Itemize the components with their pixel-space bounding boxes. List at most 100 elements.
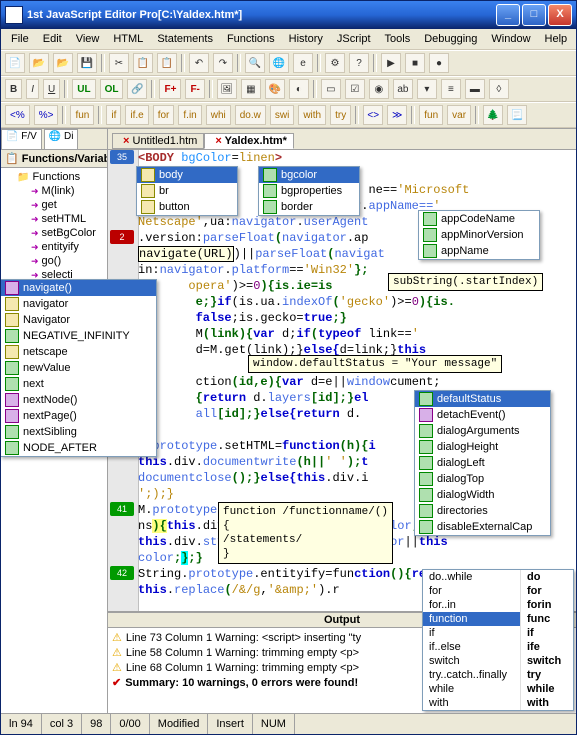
autocomplete-navigate[interactable]: navigate() navigator Navigator NEGATIVE_…	[1, 279, 157, 457]
tree-item[interactable]: setHTML	[3, 212, 105, 226]
list-item[interactable]: detachEvent()	[415, 407, 550, 423]
list-item[interactable]: directories	[415, 503, 550, 519]
menu-jscript[interactable]: JScript	[331, 31, 377, 47]
autocomplete-bg[interactable]: bgcolor bgproperties border	[258, 166, 360, 216]
list-item[interactable]: button	[137, 199, 237, 215]
list-item[interactable]: navigate()	[1, 280, 156, 296]
list-item[interactable]: functionfunc	[423, 612, 573, 626]
bold-button[interactable]: B	[5, 79, 22, 99]
list-item[interactable]: dialogTop	[415, 471, 550, 487]
ie-button[interactable]: e	[293, 53, 313, 73]
list-item[interactable]: ifif	[423, 626, 573, 640]
menu-history[interactable]: History	[283, 31, 329, 47]
image-button[interactable]: 🖼	[217, 79, 237, 99]
snippet-popup[interactable]: do..whiledo forfor for..inforin function…	[422, 569, 574, 711]
undo-button[interactable]: ↶	[189, 53, 209, 73]
swi-button[interactable]: swi	[270, 105, 294, 125]
tree-item[interactable]: entityify	[3, 240, 105, 254]
list-item[interactable]: defaultStatus	[415, 391, 550, 407]
fin-button[interactable]: f.in	[178, 105, 201, 125]
link-button[interactable]: 🔗	[127, 79, 147, 99]
hidden-button[interactable]: ◊	[489, 79, 509, 99]
autocomplete-default[interactable]: defaultStatus detachEvent() dialogArgume…	[414, 390, 551, 536]
brk2-button[interactable]: ≫	[387, 105, 407, 125]
tag-close-button[interactable]: %>	[34, 105, 59, 125]
file-tab-2[interactable]: × Yaldex.htm*	[204, 133, 294, 149]
list-item[interactable]: br	[137, 183, 237, 199]
list-item[interactable]: body	[137, 167, 237, 183]
list-item[interactable]: dialogLeft	[415, 455, 550, 471]
maximize-button[interactable]: □	[522, 4, 546, 26]
tag-open-button[interactable]: <%	[5, 105, 30, 125]
ife-button[interactable]: if.e	[125, 105, 148, 125]
tree-item[interactable]: M(link)	[3, 184, 105, 198]
list-item[interactable]: newValue	[1, 360, 156, 376]
list-item[interactable]: NEGATIVE_INFINITY	[1, 328, 156, 344]
tree-item[interactable]: setBgColor	[3, 226, 105, 240]
help-button[interactable]: ?	[349, 53, 369, 73]
menu-view[interactable]: View	[70, 31, 106, 47]
new-button[interactable]: 📄	[5, 53, 25, 73]
try-button[interactable]: try	[330, 105, 351, 125]
list-item[interactable]: if..elseife	[423, 640, 573, 654]
list-item[interactable]: disableExternalCap	[415, 519, 550, 535]
form-button[interactable]: ▭	[321, 79, 341, 99]
doc-button[interactable]: 📃	[507, 105, 527, 125]
menu-debugging[interactable]: Debugging	[418, 31, 483, 47]
list-item[interactable]: netscape	[1, 344, 156, 360]
menu-statements[interactable]: Statements	[151, 31, 219, 47]
list-item[interactable]: nextSibling	[1, 424, 156, 440]
autocomplete-app[interactable]: appCodeName appMinorVersion appName	[418, 210, 540, 260]
tree-item[interactable]: go()	[3, 254, 105, 268]
list-item[interactable]: next	[1, 376, 156, 392]
list-item[interactable]: dialogWidth	[415, 487, 550, 503]
list-item[interactable]: border	[259, 199, 359, 215]
list-item[interactable]: do..whiledo	[423, 570, 573, 584]
menu-html[interactable]: HTML	[107, 31, 149, 47]
select-button[interactable]: ▾	[417, 79, 437, 99]
list-item[interactable]: navigator	[1, 296, 156, 312]
list-item[interactable]: switchswitch	[423, 654, 573, 668]
menu-window[interactable]: Window	[485, 31, 536, 47]
table-button[interactable]: ▦	[241, 79, 261, 99]
font-minus-button[interactable]: F-	[185, 79, 204, 99]
debug-button[interactable]: ▶	[381, 53, 401, 73]
minimize-button[interactable]: _	[496, 4, 520, 26]
list-item[interactable]: whilewhile	[423, 682, 573, 696]
autocomplete-body[interactable]: body br button	[136, 166, 238, 216]
tree-button[interactable]: 🌲	[483, 105, 503, 125]
options-button[interactable]: ⚙	[325, 53, 345, 73]
list-item[interactable]: appName	[419, 243, 539, 259]
ol-button[interactable]: OL	[100, 79, 124, 99]
file-tab-1[interactable]: × Untitled1.htm	[112, 133, 204, 149]
list-item[interactable]: appMinorVersion	[419, 227, 539, 243]
check-button[interactable]: ☑	[345, 79, 365, 99]
find-button[interactable]: 🔍	[245, 53, 265, 73]
save-button[interactable]: 💾	[77, 53, 97, 73]
menu-help[interactable]: Help	[539, 31, 574, 47]
btn-button[interactable]: ▬	[465, 79, 485, 99]
open2-button[interactable]: 📂	[53, 53, 73, 73]
brk1-button[interactable]: <>	[363, 105, 383, 125]
ul-button[interactable]: UL	[72, 79, 95, 99]
fun2-button[interactable]: fun	[419, 105, 443, 125]
menu-edit[interactable]: Edit	[37, 31, 68, 47]
tree-item[interactable]: get	[3, 198, 105, 212]
list-item[interactable]: NODE_AFTER	[1, 440, 156, 456]
fun-button[interactable]: fun	[70, 105, 94, 125]
copy-button[interactable]: 📋	[133, 53, 153, 73]
var-button[interactable]: var	[447, 105, 471, 125]
whi-button[interactable]: whi	[206, 105, 231, 125]
for-button[interactable]: for	[153, 105, 175, 125]
if-button[interactable]: if	[106, 105, 121, 125]
palette-button[interactable]: 🎨	[265, 79, 285, 99]
text-button[interactable]: ab	[393, 79, 413, 99]
list-item[interactable]: appCodeName	[419, 211, 539, 227]
italic-button[interactable]: I	[26, 79, 39, 99]
radio-button[interactable]: ◉	[369, 79, 389, 99]
area-button[interactable]: ≡	[441, 79, 461, 99]
list-item[interactable]: dialogArguments	[415, 423, 550, 439]
redo-button[interactable]: ↷	[213, 53, 233, 73]
code-editor[interactable]: 35 2 38 40 41 42 <BODY bgColor=linen> IP…	[108, 150, 576, 611]
list-item[interactable]: bgproperties	[259, 183, 359, 199]
